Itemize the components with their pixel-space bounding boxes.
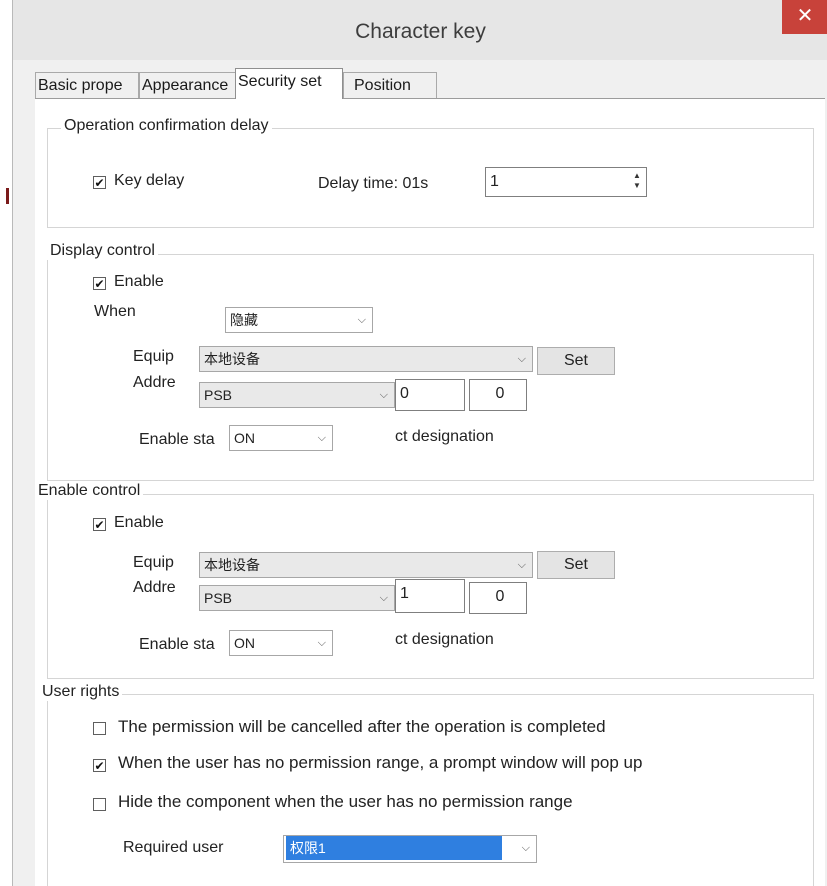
chevron-down-icon: ⌵	[521, 842, 530, 854]
key-delay-checkbox[interactable]	[93, 176, 106, 189]
display-set-button[interactable]: Set	[537, 347, 615, 375]
display-address-input-2[interactable]: 0	[469, 379, 527, 411]
display-enable-state-label: Enable sta	[139, 431, 215, 448]
cancel-permission-checkbox[interactable]	[93, 722, 106, 735]
display-designation-text: ct designation	[395, 428, 494, 445]
close-button[interactable]: ✕	[782, 0, 827, 34]
enable-enable-state-value: ON	[234, 635, 255, 651]
display-enable-state-select[interactable]: ON ⌵	[229, 425, 333, 451]
enable-equip-select[interactable]: 本地设备 ⌵	[199, 552, 533, 578]
display-equip-value: 本地设备	[204, 351, 260, 367]
chevron-down-icon: ⌵	[379, 592, 388, 604]
display-address-input-1[interactable]: 0	[395, 379, 465, 411]
enable-address-type-value: PSB	[204, 590, 233, 606]
display-control-legend: Display control	[47, 242, 158, 260]
enable-control-checkbox[interactable]	[93, 518, 106, 531]
hide-component-label: Hide the component when the user has no …	[118, 792, 573, 811]
display-enable-state-value: ON	[234, 430, 255, 446]
when-label: When	[94, 303, 136, 320]
required-user-label: Required user	[123, 839, 224, 856]
enable-equip-value: 本地设备	[204, 557, 260, 573]
display-address-type-value: PSB	[204, 387, 233, 403]
required-user-value: 权限1	[286, 836, 502, 860]
title-bar: Character key ✕	[13, 0, 827, 60]
close-icon: ✕	[796, 5, 814, 27]
enable-address-input-1[interactable]: 1	[395, 579, 465, 613]
dialog-window: Character key ✕ Basic prope Appearance S…	[12, 0, 827, 886]
window-edge-mark	[6, 188, 9, 204]
display-enable-checkbox[interactable]	[93, 277, 106, 290]
cancel-permission-label: The permission will be cancelled after t…	[118, 717, 606, 736]
tab-basic-properties[interactable]: Basic prope	[35, 72, 139, 98]
tab-bar: Basic prope Appearance Security set Posi…	[35, 68, 825, 99]
enable-control-label: Enable	[114, 514, 164, 531]
user-rights-legend: User rights	[39, 683, 123, 701]
key-delay-label: Key delay	[114, 172, 185, 189]
operation-delay-legend: Operation confirmation delay	[61, 117, 272, 135]
hide-component-checkbox[interactable]	[93, 798, 106, 811]
enable-address-input-2[interactable]: 0	[469, 582, 527, 614]
chevron-down-icon: ⌵	[379, 389, 388, 401]
tab-position[interactable]: Position	[343, 72, 437, 98]
enable-address-label: Addre	[133, 579, 176, 596]
chevron-down-icon: ⌵	[317, 637, 326, 649]
tab-appearance[interactable]: Appearance	[139, 72, 237, 98]
chevron-down-icon: ⌵	[317, 432, 326, 444]
enable-equip-label: Equip	[133, 554, 174, 571]
enable-set-button[interactable]: Set	[537, 551, 615, 579]
display-equip-label: Equip	[133, 348, 174, 365]
display-equip-select[interactable]: 本地设备 ⌵	[199, 346, 533, 372]
prompt-window-label: When the user has no permission range, a…	[118, 753, 643, 772]
enable-address-type-select[interactable]: PSB ⌵	[199, 585, 395, 611]
prompt-window-checkbox[interactable]	[93, 759, 106, 772]
window-title: Character key	[355, 20, 486, 43]
display-address-type-select[interactable]: PSB ⌵	[199, 382, 395, 408]
when-select-value: 隐藏	[230, 312, 258, 328]
enable-enable-state-label: Enable sta	[139, 636, 215, 653]
chevron-down-icon: ⌵	[517, 559, 526, 571]
chevron-down-icon: ⌵	[517, 353, 526, 365]
spinner-icon[interactable]: ▲ ▼	[631, 171, 643, 193]
delay-time-input[interactable]: 1	[485, 167, 647, 197]
display-enable-label: Enable	[114, 273, 164, 290]
chevron-down-icon: ⌵	[357, 314, 366, 326]
display-address-label: Addre	[133, 374, 176, 391]
required-user-select[interactable]: 权限1 ⌵	[283, 835, 537, 863]
tab-security-settings[interactable]: Security set	[235, 68, 343, 99]
delay-time-label: Delay time: 01s	[318, 175, 429, 192]
enable-designation-text: ct designation	[395, 631, 494, 648]
enable-enable-state-select[interactable]: ON ⌵	[229, 630, 333, 656]
enable-control-legend: Enable control	[35, 482, 144, 500]
security-settings-panel: Operation confirmation delay Key delay D…	[35, 99, 825, 886]
when-select[interactable]: 隐藏 ⌵	[225, 307, 373, 333]
